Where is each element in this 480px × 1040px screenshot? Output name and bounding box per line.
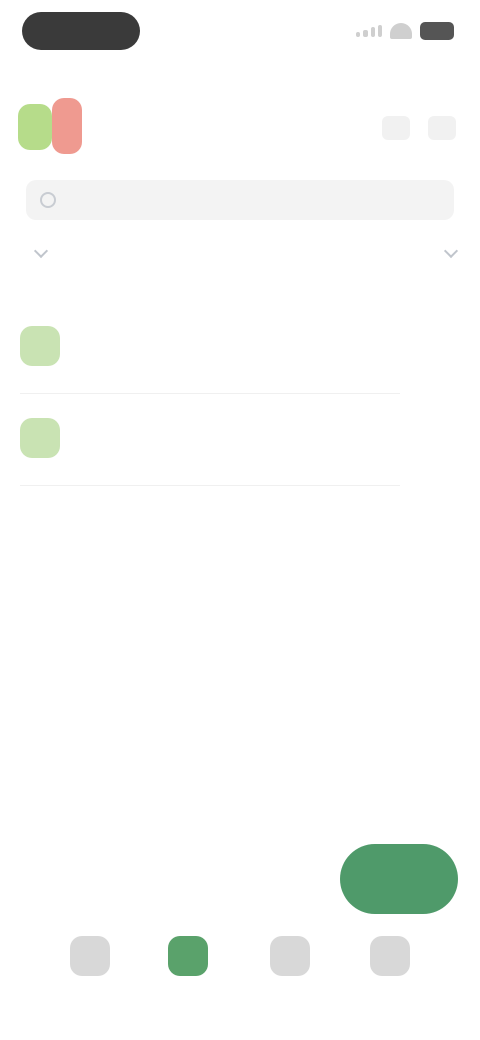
divider [20, 393, 400, 394]
search-field-icon [40, 192, 56, 208]
bottom-nav [0, 928, 480, 1028]
filter-right-dropdown[interactable] [438, 243, 459, 259]
bottom-action-row [0, 840, 480, 920]
bell-icon [270, 936, 310, 976]
nav-item-profile[interactable] [358, 936, 422, 1008]
status-time [22, 12, 140, 50]
signal-icon [356, 25, 382, 37]
filter-left-dropdown[interactable] [28, 243, 49, 259]
home-icon [70, 936, 110, 976]
app-logo [18, 98, 90, 154]
more-icon[interactable] [428, 116, 456, 140]
battery-icon [420, 22, 454, 40]
status-icons [356, 20, 454, 42]
primary-action-button[interactable] [340, 844, 458, 914]
item-list [0, 312, 480, 496]
wifi-icon [390, 23, 412, 39]
list-item[interactable] [0, 312, 480, 404]
chevron-down-icon [33, 243, 49, 259]
chevron-down-icon [443, 243, 459, 259]
profile-icon [370, 936, 410, 976]
logo-green-shape [18, 104, 52, 150]
list-item[interactable] [0, 404, 480, 496]
list-icon [168, 936, 208, 976]
app-header [0, 96, 480, 160]
filter-row [0, 240, 480, 284]
status-bar [0, 0, 480, 64]
item-avatar [20, 418, 60, 458]
nav-item-list[interactable] [156, 936, 220, 1008]
search-input[interactable] [26, 180, 454, 220]
header-actions [382, 116, 456, 140]
logo-red-shape [52, 98, 82, 154]
nav-item-home[interactable] [58, 936, 122, 1008]
divider [20, 485, 400, 486]
search-icon[interactable] [382, 116, 410, 140]
nav-item-notifications[interactable] [258, 936, 322, 1008]
item-avatar [20, 326, 60, 366]
